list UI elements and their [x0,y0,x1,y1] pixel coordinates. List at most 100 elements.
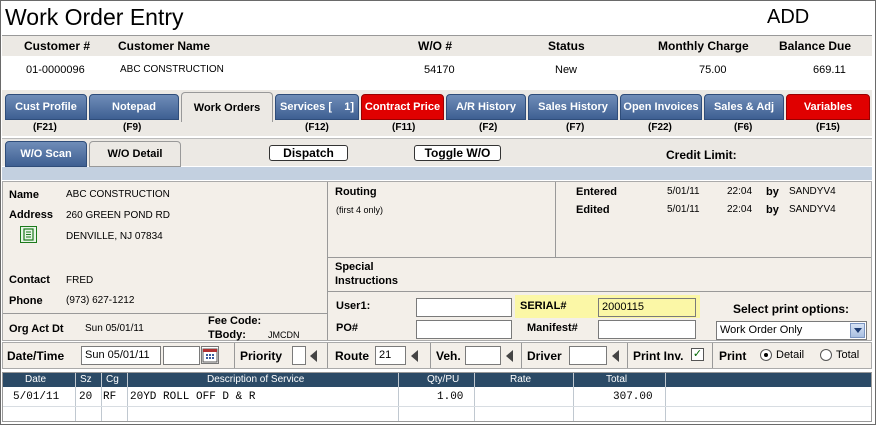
fkey-variables: (F15) [816,122,840,133]
tab-variables[interactable]: Variables [786,94,870,120]
subtab-bar: W/O Scan W/O Detail Dispatch Toggle W/O … [2,138,872,167]
fkey-sales-adj: (F6) [734,122,753,133]
total-radio-label: Total [836,349,860,361]
divider [327,182,328,340]
priority-label: Priority [240,349,283,363]
address-line1: 260 GREEN POND RD [66,210,170,221]
divider [327,257,871,258]
special-instructions-label-2: Instructions [335,275,398,287]
user1-input[interactable] [416,298,512,317]
balance-due-header: Balance Due [779,39,852,53]
toggle-wo-button[interactable]: Toggle W/O [414,145,501,161]
tab-label: Services [ 1] [280,101,354,113]
vehicle-input[interactable] [465,346,501,365]
detail-panel: Name ABC CONSTRUCTION Address 260 GREEN … [2,181,872,341]
dispatch-button[interactable]: Dispatch [269,145,348,161]
divider [327,343,328,368]
manifest-input[interactable] [598,320,696,339]
tab-cust-profile[interactable]: Cust Profile [5,94,87,120]
col-sz[interactable]: Sz [80,374,92,385]
status-header: Status [548,39,585,53]
tab-services[interactable]: Services [ 1] [275,94,359,120]
phone-value: (973) 627-1212 [66,295,135,306]
print-options-select[interactable]: Work Order Only [716,321,867,340]
customer-num-header: Customer # [24,39,91,53]
driver-arrow-icon[interactable] [612,350,619,362]
datetime-label: Date/Time [7,349,65,363]
tab-ar-history[interactable]: A/R History [446,94,526,120]
col-cg[interactable]: Cg [106,374,119,385]
priority-arrow-icon[interactable] [310,350,317,362]
vehicle-arrow-icon[interactable] [506,350,513,362]
route-arrow-icon[interactable] [411,350,418,362]
po-input[interactable] [416,320,512,339]
calendar-icon[interactable] [201,346,219,364]
fee-code-label: Fee Code: [208,315,262,327]
date-input[interactable]: Sun 05/01/11 [81,346,161,365]
entered-by: SANDYV4 [789,186,836,197]
tab-label: Contract Price [364,101,441,113]
org-act-dt-label: Org Act Dt [9,323,64,335]
special-instructions-label-1: Special [335,261,374,273]
tab-sales-adj[interactable]: Sales & Adj [704,94,784,120]
status-value: New [555,64,578,76]
wo-num-header: W/O # [418,39,453,53]
phone-label: Phone [9,295,43,307]
print-inv-label: Print Inv. [633,349,684,363]
service-grid: Date Sz Cg Description of Service Qty/PU… [2,372,872,422]
print-label: Print [719,349,747,363]
monthly-charge-header: Monthly Charge [658,39,749,53]
entered-by-label: by [766,186,779,198]
fkey-contract-price: (F11) [392,122,416,133]
vehicle-label: Veh. [436,349,461,363]
col-date[interactable]: Date [25,374,46,385]
customer-summary: Customer # Customer Name W/O # Status Mo… [2,35,872,88]
chevron-down-icon[interactable] [850,323,865,338]
tab-open-invoices[interactable]: Open Invoices [620,94,702,120]
priority-input[interactable] [292,346,306,365]
grid-header: Date Sz Cg Description of Service Qty/PU… [3,373,871,387]
contact-value: FRED [66,275,94,286]
tab-wo-detail[interactable]: W/O Detail [89,141,181,167]
col-qty[interactable]: Qty/PU [427,374,459,385]
tab-label: Sales History [538,101,608,113]
divider [234,343,235,368]
print-inv-checkbox[interactable]: ✓ [691,348,704,361]
cell-sz: 20 [79,391,93,403]
map-icon[interactable] [20,226,37,243]
contact-label: Contact [9,274,50,286]
time-input[interactable] [163,346,200,365]
driver-input[interactable] [569,346,607,365]
divider [555,182,556,257]
tbody-label: TBody: [208,329,246,341]
serial-input[interactable]: 2000115 [598,298,696,317]
detail-radio[interactable] [760,349,772,361]
col-total[interactable]: Total [606,374,627,385]
fkey-open-invoices: (F22) [648,122,672,133]
total-radio[interactable] [820,349,832,361]
tab-contract-price[interactable]: Contract Price [361,94,444,120]
entered-label: Entered [576,186,617,198]
route-label: Route [335,349,369,363]
cell-total: 307.00 [613,391,653,403]
address-line2: DENVILLE, NJ 07834 [66,231,163,242]
print-options-label: Select print options: [733,302,850,316]
cell-qty: 1.00 [437,391,464,403]
entered-time: 22:04 [727,186,753,197]
customer-name-header: Customer Name [118,39,211,53]
fkey-sales-history: (F7) [566,122,585,133]
tab-label: W/O Scan [20,148,72,160]
tab-sales-history[interactable]: Sales History [528,94,618,120]
tab-wo-scan[interactable]: W/O Scan [5,141,87,167]
route-input[interactable]: 21 [375,346,406,365]
serial-label: SERIAL# [520,300,567,312]
tab-label: A/R History [456,101,516,113]
fkey-notepad: (F9) [123,122,142,133]
tab-notepad[interactable]: Notepad [89,94,179,120]
col-rate[interactable]: Rate [510,374,531,385]
cell-date: 5/01/11 [13,391,60,403]
tab-label: Notepad [112,101,156,113]
col-description[interactable]: Description of Service [207,374,304,385]
table-row[interactable]: 5/01/11 20 RF 20YD ROLL OFF D & R 1.00 3… [3,389,871,406]
tab-work-orders[interactable]: Work Orders [181,92,273,122]
